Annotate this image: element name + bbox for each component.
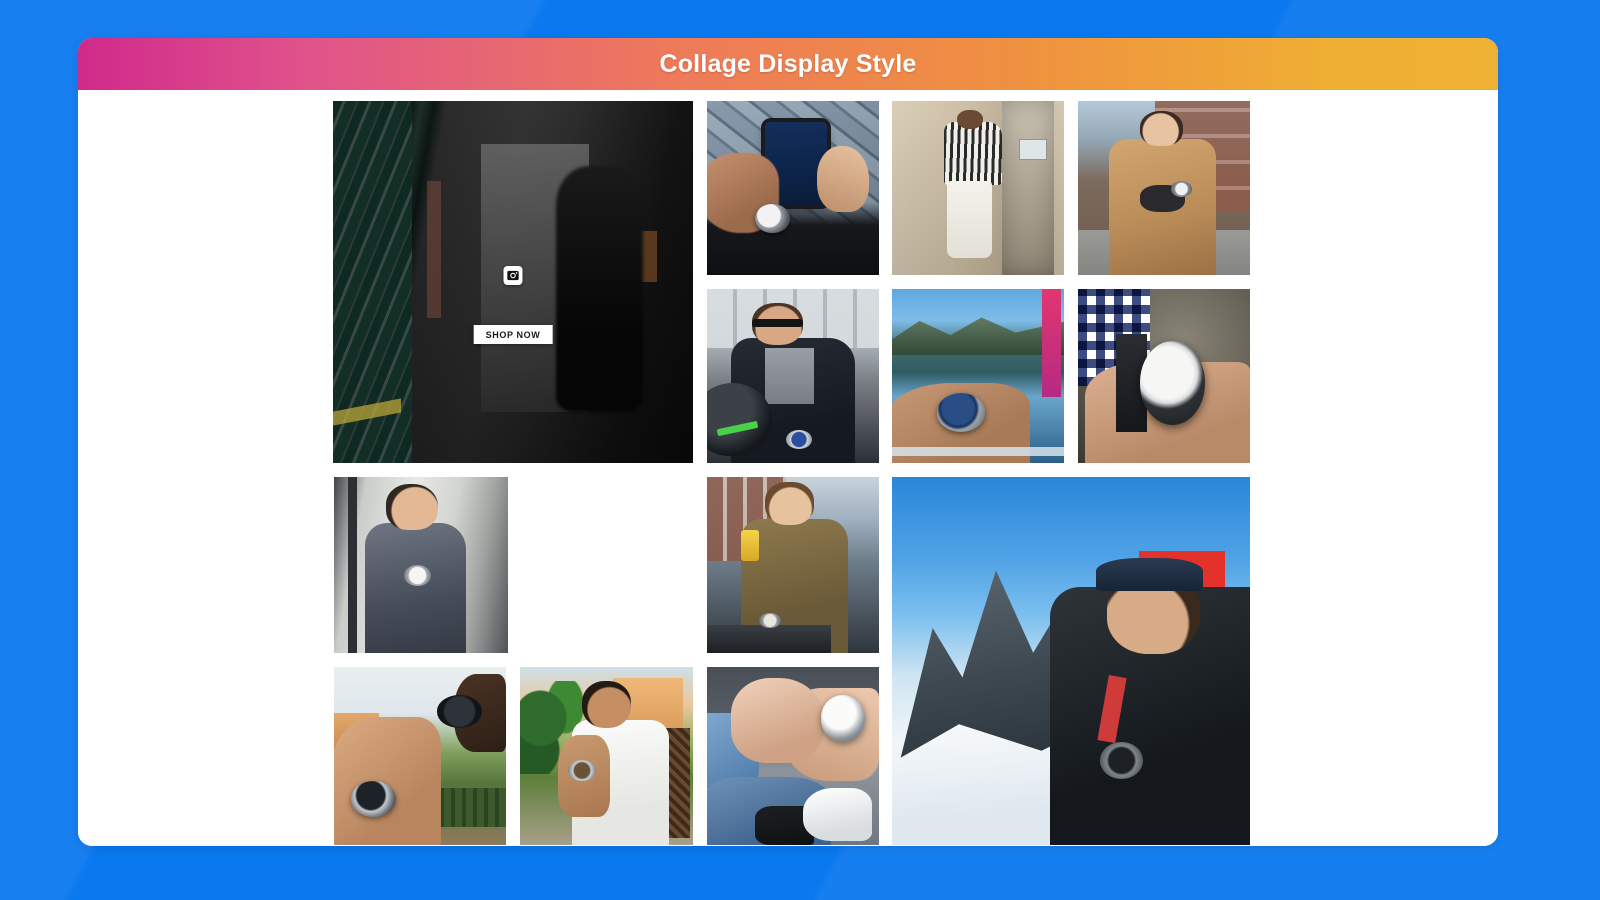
page-title: Collage Display Style <box>659 49 917 78</box>
table-shape <box>707 624 831 653</box>
white-jeans-shape <box>947 181 992 258</box>
collage-tile-12[interactable] <box>520 667 693 845</box>
photo-lake-watch <box>892 289 1064 463</box>
photo-glass-wall-man <box>334 477 508 653</box>
collage-tile-4[interactable] <box>1078 101 1250 275</box>
arm-shape <box>334 716 441 845</box>
photo-phone-watch <box>707 101 879 275</box>
card-body: SHOP NOW <box>78 90 1498 846</box>
head-shape <box>765 482 814 525</box>
photo-checkered-cuff-watch <box>1078 289 1250 463</box>
collage-card: Collage Display Style SHOP NOW <box>78 38 1498 846</box>
gallery-floor-stripe <box>333 398 402 427</box>
wall-sign <box>1019 139 1047 161</box>
flag-shape <box>1041 289 1061 397</box>
photo-alpine-swiss-flag <box>892 477 1250 845</box>
collage-tile-8[interactable] <box>334 477 508 653</box>
photo-camel-coat <box>1078 101 1250 275</box>
shirt-shape <box>765 348 814 404</box>
collage-tile-1[interactable]: SHOP NOW <box>333 101 693 463</box>
photo-sunglasses-watch <box>334 667 506 845</box>
photo-scooter-man <box>707 289 879 463</box>
collage-tile-3[interactable] <box>892 101 1064 275</box>
wristwatch-shape <box>1139 341 1206 425</box>
instagram-camera-icon[interactable] <box>503 266 523 285</box>
hand-shape-secondary <box>817 146 869 213</box>
jacket-shape <box>365 522 467 653</box>
collage-tile-11[interactable] <box>334 667 506 845</box>
collage-tile-2[interactable] <box>707 101 879 275</box>
wristwatch-shape <box>758 612 781 629</box>
collage-tile-13[interactable] <box>707 667 879 845</box>
sunglasses-shape <box>751 318 804 328</box>
wristwatch-shape <box>351 780 396 817</box>
card-header: Collage Display Style <box>78 38 1498 90</box>
photo-striped-shirt <box>892 101 1064 275</box>
head-shape <box>957 109 984 129</box>
sneaker-shape-white <box>803 788 873 842</box>
head-shape <box>386 484 439 530</box>
sunglasses-shape <box>437 695 482 728</box>
shop-now-button[interactable]: SHOP NOW <box>473 325 553 344</box>
gallery-frame-orange <box>635 231 657 282</box>
wristwatch-shape <box>568 759 597 781</box>
photo-palm-bench-man <box>520 667 693 845</box>
collage-tile-7[interactable] <box>1078 289 1250 463</box>
collage-tile-5[interactable] <box>707 289 879 463</box>
wristwatch-shape <box>755 203 790 234</box>
wristwatch-shape <box>1170 181 1192 197</box>
head-shape <box>1139 111 1183 147</box>
photo-canal-cafe-man <box>707 477 879 653</box>
wristwatch-shape <box>786 429 812 450</box>
collage-tile-10[interactable] <box>892 477 1250 845</box>
wristwatch-shape <box>820 695 866 742</box>
collage-tile-6[interactable] <box>892 289 1064 463</box>
railing-shape <box>892 447 1064 457</box>
cap-shape <box>1096 557 1204 592</box>
wristwatch-shape <box>936 393 985 432</box>
gallery-frame <box>426 180 441 319</box>
striped-shirt-shape <box>943 121 1003 185</box>
beer-glass-shape <box>741 529 759 562</box>
photo-denim-watch-closeup <box>707 667 879 845</box>
gallery-doorway <box>480 144 589 413</box>
hand-shape <box>731 677 824 764</box>
wristwatch-shape <box>1099 741 1143 779</box>
head-shape <box>582 681 631 728</box>
collage-tile-9[interactable] <box>707 477 879 653</box>
photo-collage-grid: SHOP NOW <box>333 101 1250 845</box>
